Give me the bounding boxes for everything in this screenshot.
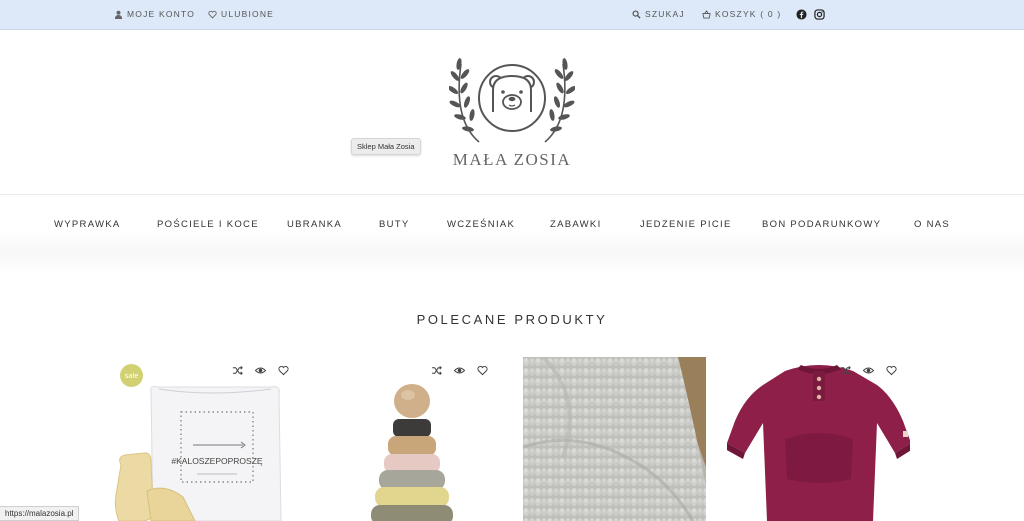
- nav-item-o-nas[interactable]: O NAS: [914, 219, 950, 230]
- brand-name[interactable]: MAŁA ZOSIA: [412, 150, 612, 170]
- product-image-knitted-blanket: [523, 357, 706, 521]
- featured-products-title: POLECANE PRODUKTY: [416, 312, 608, 327]
- quick-view-icon[interactable]: [453, 363, 466, 374]
- instagram-icon[interactable]: [814, 9, 825, 20]
- heart-icon: [208, 10, 217, 19]
- nav-item-wyprawka[interactable]: WYPRAWKA: [54, 219, 121, 230]
- nav-shadow: [0, 252, 1024, 272]
- basket-icon: [702, 9, 711, 19]
- site-header: MAŁA ZOSIA Sklep Mała Zosia: [0, 30, 1024, 195]
- product-2-actions: [431, 363, 488, 376]
- wishlist-link[interactable]: ULUBIONE: [208, 9, 274, 19]
- my-account-link[interactable]: MOJE KONTO: [114, 9, 195, 19]
- quick-view-icon[interactable]: [862, 363, 875, 374]
- cart-label: KOSZYK ( 0 ): [715, 9, 782, 19]
- logo-tooltip: Sklep Mała Zosia: [351, 138, 421, 155]
- search-icon: [632, 9, 641, 19]
- facebook-icon[interactable]: [796, 9, 807, 20]
- wishlist-heart-icon[interactable]: [278, 363, 289, 376]
- product-image-stacking-rings: [318, 357, 501, 521]
- bear-logo[interactable]: [449, 52, 575, 144]
- nav-item-poscieles-i-koce[interactable]: POŚCIELE I KOCE: [157, 219, 259, 230]
- product-card-4[interactable]: [727, 357, 910, 521]
- compare-icon[interactable]: [431, 363, 442, 376]
- user-icon: [114, 10, 123, 19]
- wishlist-heart-icon[interactable]: [477, 363, 488, 376]
- main-navigation: WYPRAWKA POŚCIELE I KOCE UBRANKA BUTY WC…: [0, 196, 1024, 252]
- search-label: SZUKAJ: [645, 9, 685, 19]
- nav-item-zabawki[interactable]: ZABAWKI: [550, 219, 602, 230]
- product-image-burgundy-romper: [727, 357, 910, 521]
- quick-view-icon[interactable]: [254, 363, 267, 374]
- sale-badge: sale: [120, 364, 143, 387]
- nav-item-jedzenie-picie[interactable]: JEDZENIE PICIE: [640, 219, 732, 230]
- product-4-actions: [840, 363, 897, 376]
- wishlist-heart-icon[interactable]: [886, 363, 897, 376]
- nav-item-buty[interactable]: BUTY: [379, 219, 410, 230]
- nav-item-ubranka[interactable]: UBRANKA: [287, 219, 342, 230]
- nav-item-bon-podarunkowy[interactable]: BON PODARUNKOWY: [762, 219, 881, 230]
- product-1-actions: [232, 363, 289, 376]
- search-link[interactable]: SZUKAJ: [632, 9, 685, 19]
- top-bar: MOJE KONTO ULUBIONE SZUKAJ KOSZYK ( 0 ): [0, 0, 1024, 30]
- cart-link[interactable]: KOSZYK ( 0 ): [702, 9, 781, 19]
- product-card-2[interactable]: [318, 357, 501, 521]
- wishlist-label: ULUBIONE: [221, 9, 275, 19]
- nav-item-wczesniak[interactable]: WCZEŚNIAK: [447, 219, 515, 230]
- my-account-label: MOJE KONTO: [127, 9, 196, 19]
- product-card-3[interactable]: [523, 357, 706, 521]
- compare-icon[interactable]: [232, 363, 243, 376]
- browser-status-url: https://malazosia.pl: [0, 506, 80, 521]
- bag-print-text: #KALOSZEPOPROSZĘ: [171, 456, 262, 466]
- compare-icon[interactable]: [840, 363, 851, 376]
